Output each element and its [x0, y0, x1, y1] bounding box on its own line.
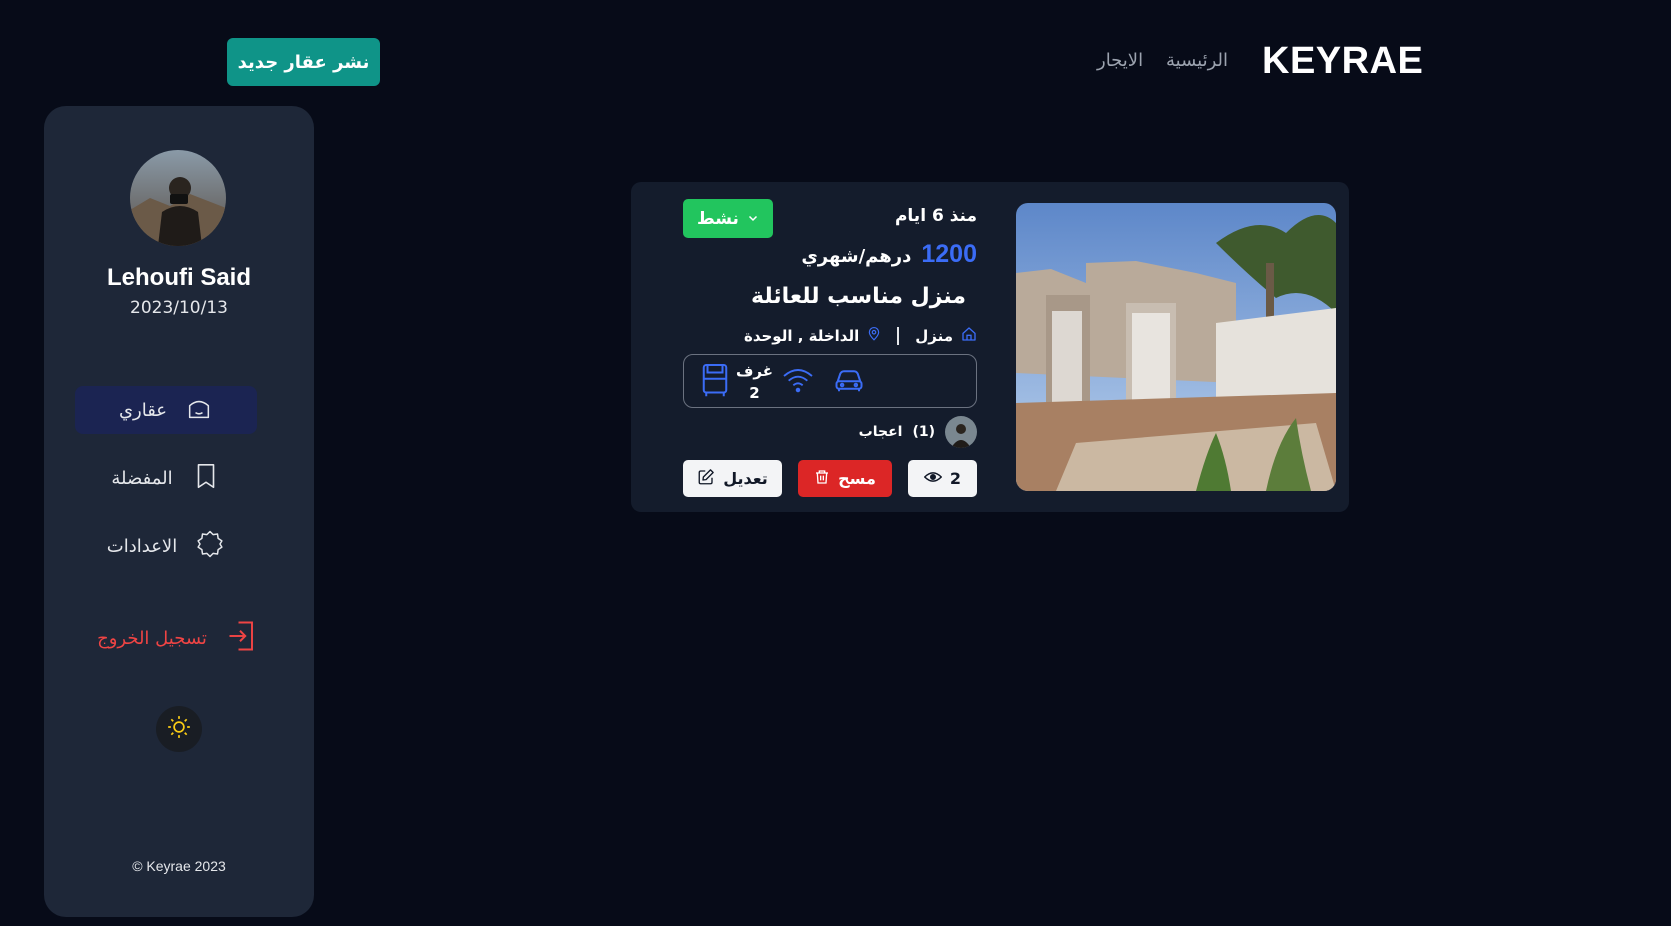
rooms-count: 2 — [749, 384, 760, 402]
car-icon — [834, 367, 864, 397]
avatar — [130, 150, 226, 246]
rooms-feature: غرف 2 — [700, 355, 773, 409]
home-icon — [185, 394, 213, 427]
publish-property-button[interactable]: نشر عقار جديد — [227, 38, 380, 86]
property-type: منزل — [915, 327, 953, 345]
features-box: غرف 2 — [683, 354, 977, 408]
views-count: 2 — [949, 469, 962, 488]
status-label: نشط — [697, 208, 739, 229]
likes-count: (1) — [912, 424, 935, 440]
bookmark-icon — [191, 461, 221, 496]
logout-button[interactable]: تسجيل الخروج — [64, 614, 294, 662]
sidebar-item-label: الاعدادات — [106, 535, 178, 557]
property-photo[interactable] — [1016, 203, 1336, 491]
edit-button[interactable]: تعديل — [683, 460, 782, 497]
price-unit: درهم/شهري — [801, 246, 912, 267]
sidebar-item-label: عقاري — [118, 399, 168, 421]
views-button[interactable]: 2 — [908, 460, 977, 497]
delete-button[interactable]: مسح — [798, 460, 892, 497]
divider — [897, 327, 900, 345]
sidebar-item-settings[interactable]: الاعدادات — [75, 522, 257, 570]
gear-icon — [195, 529, 225, 564]
chevron-down-icon — [747, 209, 759, 229]
status-dropdown[interactable]: نشط — [683, 199, 773, 238]
logo[interactable]: KEYRAE — [1262, 40, 1423, 83]
wifi-feature — [782, 355, 814, 409]
user-join-date: 2023/10/13 — [130, 298, 228, 318]
delete-label: مسح — [838, 469, 876, 488]
logout-label: تسجيل الخروج — [97, 627, 207, 649]
copyright: © Keyrae 2023 — [132, 858, 226, 874]
avatar — [945, 416, 977, 448]
eye-icon — [923, 469, 943, 488]
posted-since: منذ 6 ايام — [894, 206, 977, 226]
sidebar-item-my-properties[interactable]: عقاري — [75, 386, 257, 434]
nav-link-rent[interactable]: الايجار — [1097, 50, 1143, 71]
sun-icon — [166, 714, 192, 744]
property-location: الداخلة , الوحدة — [743, 327, 860, 345]
nav-link-home[interactable]: الرئيسية — [1166, 50, 1228, 71]
edit-label: تعديل — [723, 469, 768, 488]
theme-toggle-button[interactable] — [156, 706, 202, 752]
user-name: Lehoufi Said — [107, 264, 251, 291]
property-title[interactable]: منزل مناسب للعائلة — [751, 284, 966, 309]
edit-icon — [697, 468, 715, 490]
wifi-icon — [782, 366, 814, 398]
property-meta: منزل الداخلة , الوحدة — [744, 326, 977, 346]
rooms-label: غرف — [736, 362, 774, 380]
parking-feature — [834, 355, 864, 409]
price-value: 1200 — [921, 240, 977, 268]
sidebar: Lehoufi Said 2023/10/13 عقاري المفضلة ال… — [44, 106, 314, 917]
map-pin-icon — [867, 326, 881, 346]
likes-label: اعجاب — [858, 424, 903, 440]
property-card: منذ 6 ايام نشط 1200 درهم/شهري منزل مناسب… — [631, 182, 1349, 512]
bed-icon — [700, 361, 730, 403]
logout-icon — [225, 618, 261, 659]
sidebar-item-label: المفضلة — [111, 467, 173, 489]
trash-icon — [814, 468, 830, 490]
sidebar-item-favorites[interactable]: المفضلة — [75, 454, 257, 502]
likes-row: (1) اعجاب — [859, 416, 977, 448]
home-icon — [961, 326, 977, 346]
price-row: 1200 درهم/شهري — [801, 240, 977, 269]
